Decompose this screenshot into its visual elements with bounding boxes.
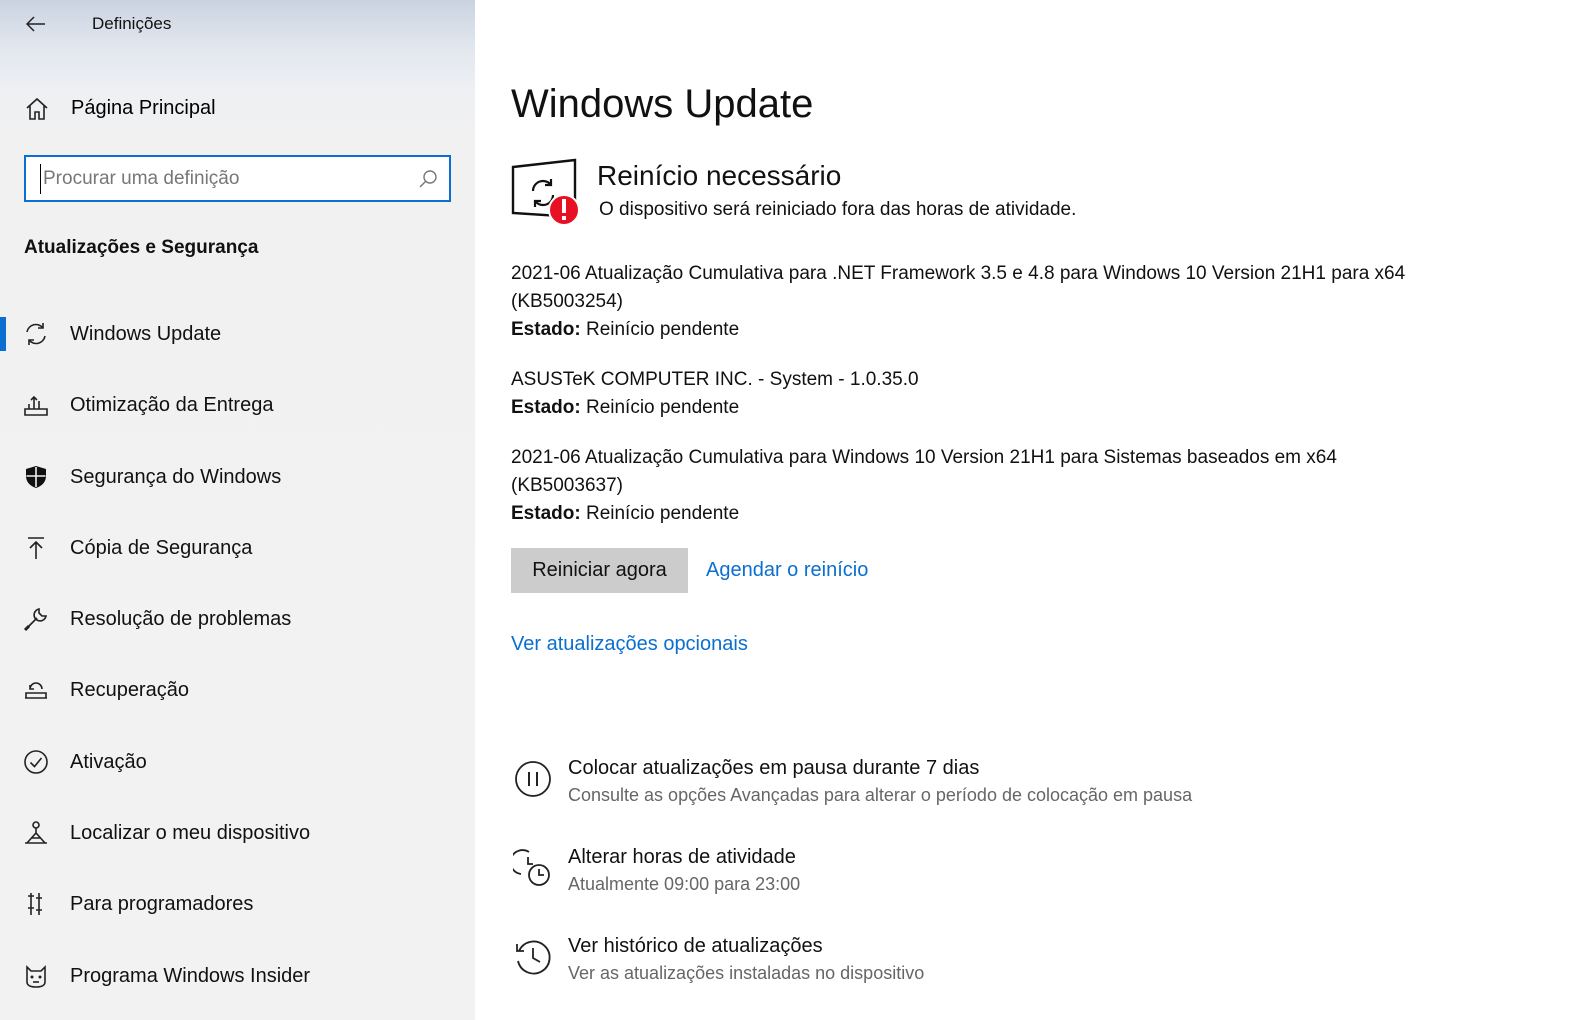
sidebar-item-backup[interactable]: Cópia de Segurança [0, 513, 475, 584]
option-title: Ver histórico de atualizações [568, 935, 823, 957]
update-name: 2021-06 Atualização Cumulativa para Wind… [511, 447, 1337, 496]
update-item: 2021-06 Atualização Cumulativa para .NET… [511, 260, 1431, 344]
restart-now-button[interactable]: Reiniciar agora [511, 548, 688, 593]
update-name: ASUSTeK COMPUTER INC. - System - 1.0.35.… [511, 369, 919, 390]
sidebar-item-home-label: Página Principal [71, 97, 216, 119]
update-state-value: Reinício pendente [580, 319, 740, 340]
sidebar-item-insider[interactable]: Programa Windows Insider [0, 941, 475, 1012]
sidebar-item-label: Segurança do Windows [70, 465, 282, 488]
sidebar-item-developers[interactable]: Para programadores [0, 869, 475, 940]
sidebar-item-label: Recuperação [70, 679, 189, 702]
status-heading: Reinício necessário [597, 160, 842, 191]
history-icon [516, 940, 551, 975]
sidebar-item-find-device[interactable]: Localizar o meu dispositivo [0, 798, 475, 869]
sidebar-item-recovery[interactable]: Recuperação [0, 655, 475, 726]
sidebar-nav: Windows Update Otimização da Entrega Seg… [0, 299, 475, 1012]
sync-icon [26, 323, 46, 345]
main-content: Windows Update Reinício necessário O dis… [475, 0, 1584, 1020]
update-state-label: Estado: [511, 397, 581, 418]
update-name: 2021-06 Atualização Cumulativa para .NET… [511, 263, 1406, 312]
page-title: Windows Update [511, 82, 814, 126]
option-subtitle: Ver as atualizações instaladas no dispos… [568, 963, 925, 983]
option-title: Alterar horas de atividade [568, 846, 796, 868]
sidebar-item-windows-security[interactable]: Segurança do Windows [0, 442, 475, 513]
update-state-label: Estado: [511, 319, 581, 340]
update-item: ASUSTeK COMPUTER INC. - System - 1.0.35.… [511, 366, 1431, 422]
backup-arrow-icon [28, 537, 44, 559]
update-state: Estado: Reinício pendente [511, 394, 1431, 422]
back-arrow-icon [26, 16, 45, 32]
active-hours-option[interactable]: Alterar horas de atividade Atualmente 09… [511, 846, 1411, 906]
optional-updates-link[interactable]: Ver atualizações opcionais [511, 633, 748, 656]
pause-updates-option[interactable]: Colocar atualizações em pausa durante 7 … [511, 757, 1411, 817]
sidebar-item-home[interactable]: Página Principal [0, 88, 475, 130]
update-item: 2021-06 Atualização Cumulativa para Wind… [511, 444, 1431, 528]
selection-indicator [0, 317, 6, 351]
update-state-label: Estado: [511, 503, 581, 524]
sidebar-item-label: Windows Update [70, 323, 222, 345]
sidebar-item-label: Localizar o meu dispositivo [70, 822, 311, 845]
sidebar-item-delivery-optimization[interactable]: Otimização da Entrega [0, 370, 475, 441]
option-subtitle: Consulte as opções Avançadas para altera… [568, 785, 1193, 805]
restart-required-icon [511, 158, 579, 226]
schedule-restart-link[interactable]: Agendar o reinício [706, 559, 868, 582]
sidebar-item-label: Resolução de problemas [70, 608, 292, 631]
update-state-value: Reinício pendente [580, 503, 740, 524]
wrench-icon [23, 608, 47, 632]
sidebar-item-label: Cópia de Segurança [70, 536, 253, 559]
shield-icon [26, 465, 46, 488]
sidebar-item-label: Programa Windows Insider [70, 964, 311, 987]
insider-cat-icon [26, 964, 46, 988]
delivery-optimization-icon [24, 396, 48, 417]
sidebar-item-label: Ativação [70, 750, 147, 773]
sidebar-item-activation[interactable]: Ativação [0, 727, 475, 798]
search-icon[interactable] [417, 168, 439, 190]
check-circle-icon [24, 749, 48, 774]
update-state: Estado: Reinício pendente [511, 316, 1431, 344]
update-list: 2021-06 Atualização Cumulativa para .NET… [511, 260, 1431, 550]
active-hours-icon [513, 849, 550, 886]
developer-tools-icon [28, 893, 42, 916]
sidebar-item-label: Otimização da Entrega [70, 394, 274, 417]
update-history-option[interactable]: Ver histórico de atualizações Ver as atu… [511, 935, 1411, 995]
home-icon [26, 97, 48, 120]
update-state-value: Reinício pendente [580, 397, 740, 418]
update-state: Estado: Reinício pendente [511, 500, 1431, 528]
sidebar-item-label: Para programadores [70, 893, 254, 916]
section-title: Atualizações e Segurança [24, 237, 259, 258]
status-subtext: O dispositivo será reiniciado fora das h… [599, 199, 1077, 220]
pause-icon [515, 761, 551, 797]
app-title: Definições [92, 14, 172, 33]
sidebar-item-windows-update[interactable]: Windows Update [0, 299, 475, 370]
back-button[interactable] [20, 8, 52, 40]
search-input[interactable] [40, 164, 410, 194]
recovery-icon [25, 682, 47, 700]
sidebar-item-troubleshoot[interactable]: Resolução de problemas [0, 584, 475, 655]
option-title: Colocar atualizações em pausa durante 7 … [568, 757, 980, 779]
find-device-icon [25, 821, 47, 844]
sidebar: Definições Página Principal Atualizações… [0, 0, 475, 1020]
search-box[interactable] [24, 155, 451, 202]
option-subtitle: Atualmente 09:00 para 23:00 [568, 874, 801, 894]
